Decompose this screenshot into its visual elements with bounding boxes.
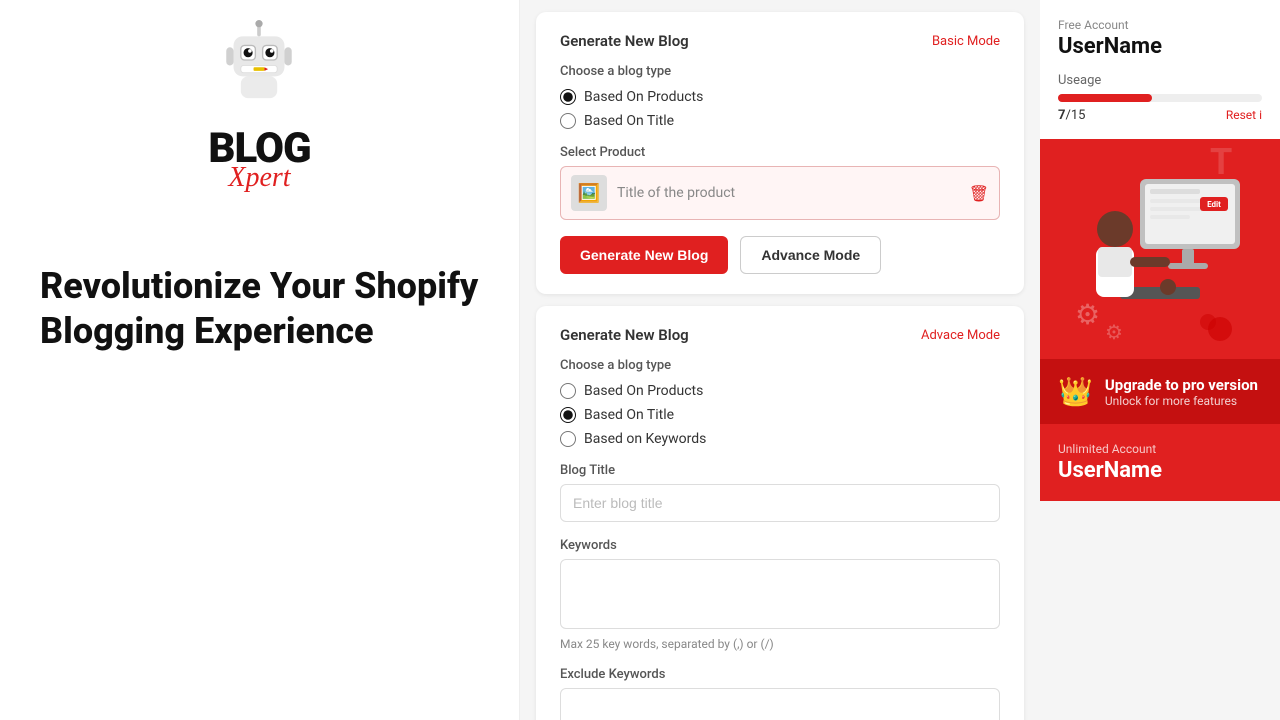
svg-text:⚙: ⚙ — [1075, 298, 1100, 331]
keywords-hint: Max 25 key words, separated by (,) or (/… — [560, 637, 1000, 651]
radio-based-on-title[interactable]: Based On Title — [560, 113, 1000, 129]
unlimited-account-label: Unlimited Account — [1058, 442, 1262, 456]
card-basic-title: Generate New Blog — [560, 32, 689, 50]
radio2-title-label: Based On Title — [584, 407, 674, 423]
radio-products-label: Based On Products — [584, 89, 703, 105]
free-user-name: UserName — [1058, 34, 1262, 59]
usage-total: 15 — [1071, 108, 1086, 123]
radio2-title[interactable]: Based On Title — [560, 407, 1000, 423]
sidebar: BLOG Xpert Revolutionize Your Shopify Bl… — [0, 0, 520, 720]
free-account-label: Free Account — [1058, 18, 1262, 32]
card1-radio-group: Based On Products Based On Title — [560, 89, 1000, 129]
advace-mode-link[interactable]: Advace Mode — [921, 328, 1000, 343]
radio-based-on-products[interactable]: Based On Products — [560, 89, 1000, 105]
usage-count: 7/15 — [1058, 108, 1085, 123]
svg-text:Edit: Edit — [1207, 200, 1221, 209]
card1-section-label: Choose a blog type — [560, 64, 1000, 79]
svg-text:T: T — [1210, 141, 1232, 183]
usage-current: 7 — [1058, 108, 1065, 123]
card1-btn-row: Generate New Blog Advance Mode — [560, 236, 1000, 274]
right-panel: Free Account UserName Useage 7/15 Reset … — [1040, 0, 1280, 720]
usage-bar-fill — [1058, 94, 1152, 102]
illustration-area: Edit ⚙ ⚙ T — [1040, 139, 1280, 359]
main-content: Generate New Blog Basic Mode Choose a bl… — [520, 0, 1040, 720]
upgrade-card[interactable]: 👑 Upgrade to pro version Unlock for more… — [1040, 359, 1280, 424]
robot-logo — [209, 20, 309, 120]
card2-section-label: Choose a blog type — [560, 358, 1000, 373]
logo-area: BLOG Xpert — [208, 20, 310, 194]
delete-product-icon[interactable]: 🗑 — [969, 184, 989, 203]
keywords-label: Keywords — [560, 538, 1000, 553]
card-advance-header: Generate New Blog Advace Mode — [560, 326, 1000, 344]
radio2-products-label: Based On Products — [584, 383, 703, 399]
exclude-keywords-input[interactable] — [560, 688, 1000, 720]
upgrade-title: Upgrade to pro version — [1105, 376, 1258, 394]
product-title-text: Title of the product — [617, 185, 959, 201]
card2-radio-group: Based On Products Based On Title Based o… — [560, 383, 1000, 447]
brand-script: Xpert — [228, 162, 290, 194]
usage-bar-bg — [1058, 94, 1262, 102]
radio2-keywords-label: Based on Keywords — [584, 431, 706, 447]
blog-title-label: Blog Title — [560, 463, 1000, 478]
svg-text:⚙: ⚙ — [1105, 320, 1123, 344]
keywords-input[interactable] — [560, 559, 1000, 629]
user-card: Free Account UserName Useage 7/15 Reset … — [1040, 0, 1280, 139]
radio2-keywords[interactable]: Based on Keywords — [560, 431, 1000, 447]
select-product-label: Select Product — [560, 145, 1000, 160]
upgrade-text-block: Upgrade to pro version Unlock for more f… — [1105, 376, 1258, 408]
radio-title-label: Based On Title — [584, 113, 674, 129]
generate-blog-button[interactable]: Generate New Blog — [560, 236, 728, 274]
reset-link[interactable]: Reset i — [1226, 108, 1262, 123]
product-thumbnail: 🖼️ — [571, 175, 607, 211]
card-basic: Generate New Blog Basic Mode Choose a bl… — [536, 12, 1024, 294]
illustration-svg: Edit ⚙ ⚙ T — [1060, 139, 1260, 359]
unlimited-user-name: UserName — [1058, 458, 1262, 483]
blog-title-input[interactable] — [560, 484, 1000, 522]
product-select-box[interactable]: 🖼️ Title of the product 🗑 — [560, 166, 1000, 220]
basic-mode-link[interactable]: Basic Mode — [932, 34, 1000, 49]
card-advance-title: Generate New Blog — [560, 326, 689, 344]
radio2-products[interactable]: Based On Products — [560, 383, 1000, 399]
upgrade-subtitle: Unlock for more features — [1105, 394, 1258, 408]
advance-mode-button[interactable]: Advance Mode — [740, 236, 881, 274]
usage-count-row: 7/15 Reset i — [1058, 108, 1262, 135]
card-advance: Generate New Blog Advace Mode Choose a b… — [536, 306, 1024, 720]
crown-icon: 👑 — [1058, 375, 1093, 408]
unlimited-card: Unlimited Account UserName — [1040, 424, 1280, 501]
hero-text: Revolutionize Your Shopify Blogging Expe… — [40, 264, 479, 354]
exclude-keywords-label: Exclude Keywords — [560, 667, 1000, 682]
card-basic-header: Generate New Blog Basic Mode — [560, 32, 1000, 50]
usage-label: Useage — [1058, 73, 1262, 88]
